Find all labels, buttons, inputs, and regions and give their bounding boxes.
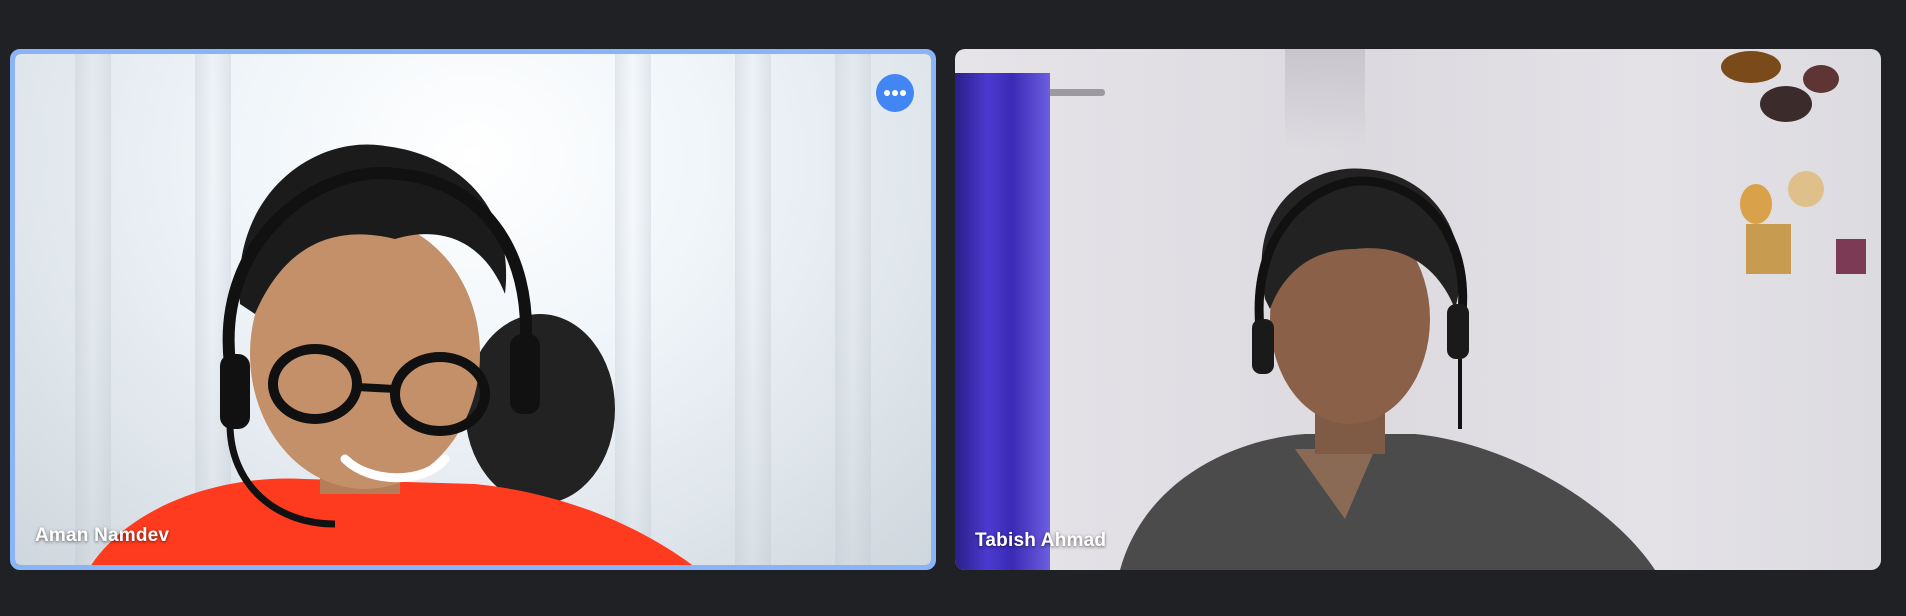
participant-video: [15, 54, 931, 565]
participant-video: [955, 49, 1881, 570]
participant-avatar-video: [91, 144, 693, 565]
participant-avatar-video: [1120, 168, 1655, 570]
more-options-button[interactable]: [876, 74, 914, 112]
participant-tile-aman[interactable]: Aman Namdev: [10, 49, 936, 570]
participant-name: Aman Namdev: [35, 525, 170, 546]
participant-tile-tabish[interactable]: Tabish Ahmad: [955, 49, 1881, 570]
meeting-grid: Aman Namdev Tabish Ahmad: [0, 0, 1906, 616]
participant-name: Tabish Ahmad: [975, 530, 1107, 551]
more-horiz-icon: [884, 90, 906, 96]
